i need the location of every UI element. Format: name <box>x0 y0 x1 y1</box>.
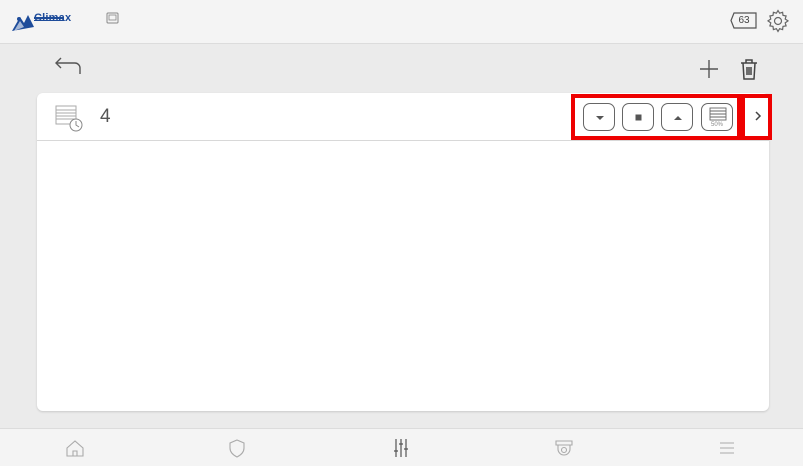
trash-icon[interactable] <box>740 58 758 80</box>
list-icon[interactable] <box>716 437 738 459</box>
bottom-nav <box>0 428 803 466</box>
device-name: 4 <box>100 106 111 127</box>
shield-icon[interactable] <box>226 437 248 459</box>
sliders-icon[interactable] <box>390 437 412 459</box>
add-icon[interactable] <box>699 59 719 79</box>
gear-icon[interactable] <box>766 9 790 33</box>
brand-text: Climax <box>34 12 72 24</box>
monitor-icon[interactable] <box>106 12 119 24</box>
top-bar: Climax 63 <box>0 0 803 44</box>
device-card: 4 50% <box>37 93 772 411</box>
back-arrow-icon[interactable] <box>53 57 83 79</box>
roller-shutter-icon <box>55 105 83 132</box>
camera-icon[interactable] <box>553 437 575 459</box>
device-row[interactable]: 4 50% <box>37 93 772 141</box>
home-icon[interactable] <box>64 437 86 459</box>
chevron-right-icon[interactable] <box>753 108 763 124</box>
battery-level: 63 <box>738 15 750 26</box>
controls-highlight-box <box>571 94 741 140</box>
